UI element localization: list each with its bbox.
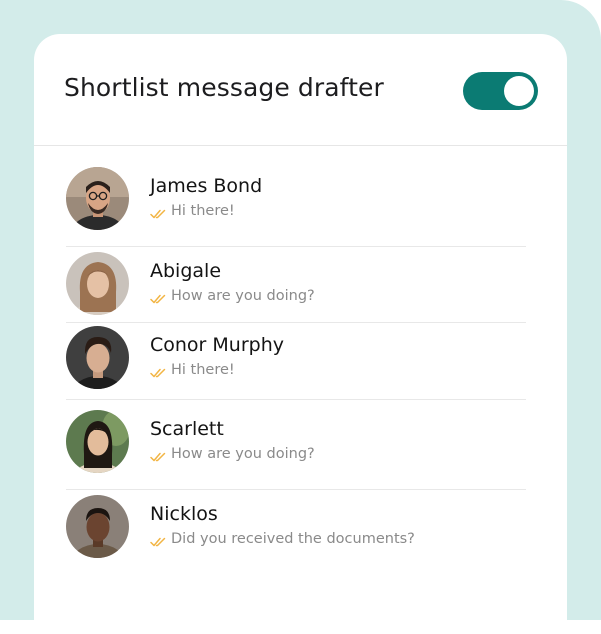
contact-name: James Bond	[150, 175, 263, 197]
avatar	[66, 410, 129, 473]
avatar	[66, 167, 129, 230]
double-check-icon	[150, 533, 167, 547]
contact-name: Conor Murphy	[150, 334, 285, 356]
last-message: How are you doing?	[171, 446, 315, 462]
contact-name: Nicklos	[150, 503, 218, 525]
contact-item-nicklos[interactable]: Nicklos Did you received the documents?	[66, 495, 526, 575]
last-message: Hi there!	[171, 362, 235, 378]
avatar	[66, 495, 129, 558]
card-header: Shortlist message drafter	[34, 34, 567, 146]
double-check-icon	[150, 364, 167, 378]
contact-item-scarlett[interactable]: Scarlett How are you doing?	[66, 410, 526, 490]
contact-item-conor-murphy[interactable]: Conor Murphy Hi there!	[66, 326, 526, 400]
contact-name: Scarlett	[150, 418, 224, 440]
contact-item-james-bond[interactable]: James Bond Hi there!	[66, 167, 526, 247]
contact-item-abigale[interactable]: Abigale How are you doing?	[66, 252, 526, 323]
last-message: Did you received the documents?	[171, 531, 415, 547]
drafter-card: Shortlist message drafter James Bond Hi …	[34, 34, 567, 634]
message-preview: Hi there!	[150, 203, 235, 219]
double-check-icon	[150, 205, 167, 219]
page-title: Shortlist message drafter	[64, 73, 384, 102]
contact-name: Abigale	[150, 260, 222, 282]
message-preview: Hi there!	[150, 362, 235, 378]
message-preview: How are you doing?	[150, 288, 315, 304]
toggle-knob	[504, 76, 534, 106]
message-preview: How are you doing?	[150, 446, 315, 462]
double-check-icon	[150, 290, 167, 304]
avatar	[66, 252, 129, 315]
message-preview: Did you received the documents?	[150, 531, 415, 547]
avatar	[66, 326, 129, 389]
double-check-icon	[150, 448, 167, 462]
last-message: Hi there!	[171, 203, 235, 219]
drafter-toggle[interactable]	[463, 72, 538, 110]
last-message: How are you doing?	[171, 288, 315, 304]
